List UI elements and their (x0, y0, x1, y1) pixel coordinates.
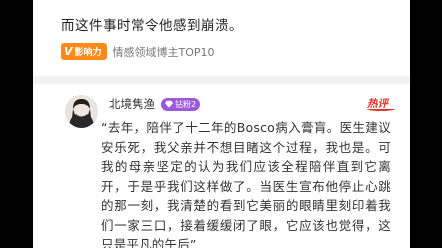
author-info[interactable]: 北境隽渔 钻粉2 (109, 96, 201, 112)
comment-text: “去年，陪伴了十二年的Bosco病入膏肓。医生建议安乐死，我父亲并不想目睹这个过… (101, 120, 391, 248)
influence-badge: V 影响力 (61, 43, 107, 60)
fan-level-label: 钻粉2 (175, 99, 197, 109)
diamond-icon (165, 100, 173, 108)
v-icon: V (64, 45, 73, 58)
avatar-image (65, 95, 98, 128)
fan-level-badge: 钻粉2 (161, 97, 201, 111)
influence-badge-text: 情感领域博主TOP10 (112, 45, 215, 59)
author-name[interactable]: 北境隽渔 (109, 96, 155, 112)
section-divider (33, 76, 410, 84)
avatar[interactable] (65, 95, 98, 128)
influence-badge-label: 影响力 (74, 48, 102, 58)
previous-paragraph: 而这件事时常令他感到崩溃。 (61, 18, 243, 34)
hot-tag-underline (367, 107, 395, 111)
influence-badge-row[interactable]: V 影响力 情感领域博主TOP10 (61, 43, 215, 60)
post-card: 而这件事时常令他感到崩溃。 V 影响力 情感领域博主TOP10 北境隽渔 钻粉2… (33, 0, 410, 248)
hot-comment-tag: 热评 (367, 96, 395, 111)
